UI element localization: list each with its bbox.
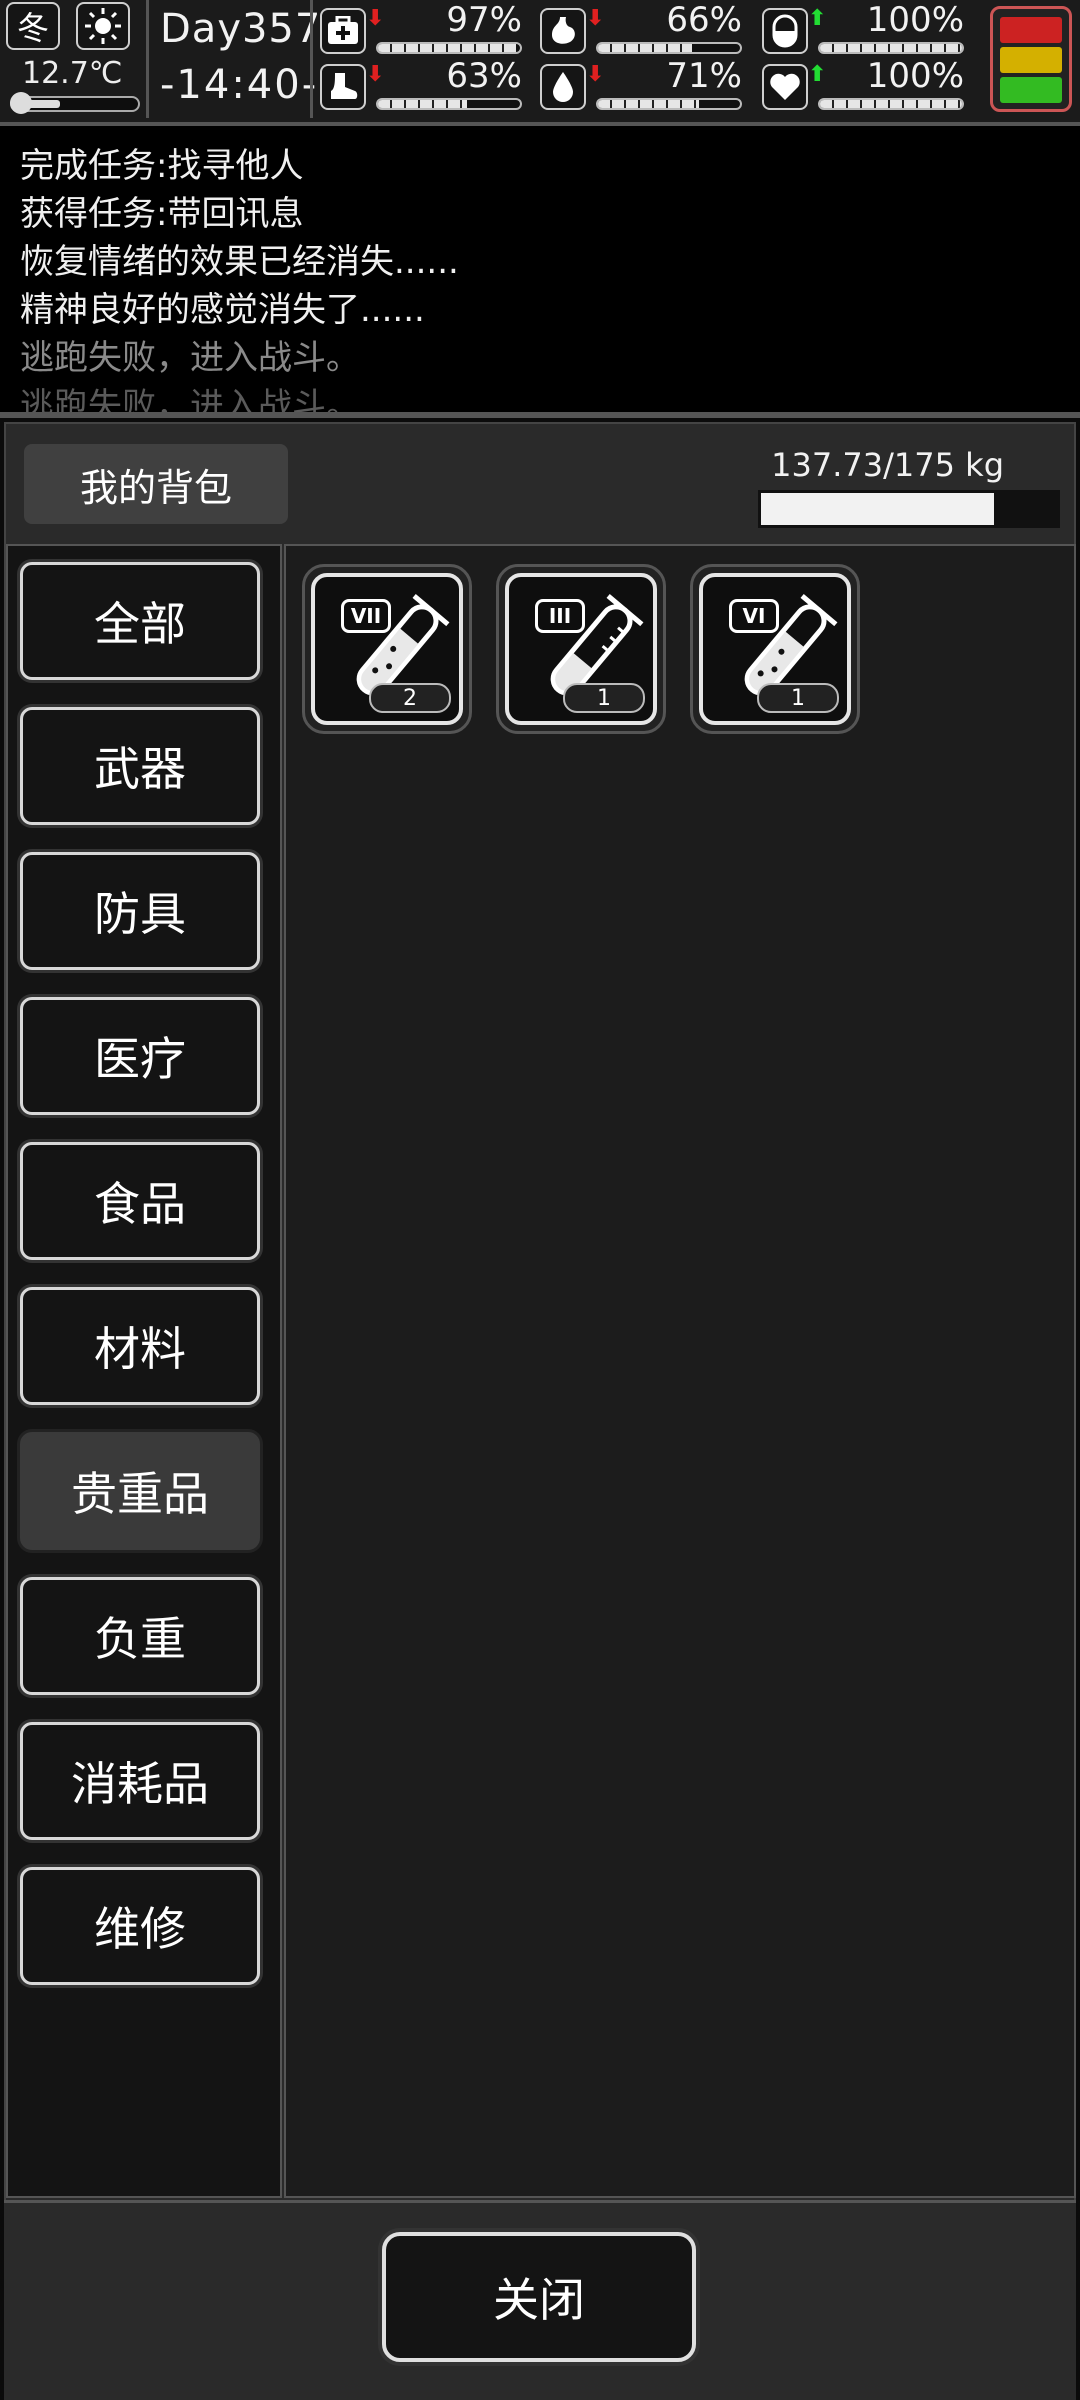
sun-icon [76, 2, 130, 50]
temperature-text: 12.7℃ [22, 56, 123, 91]
message-log[interactable]: 完成任务:找寻他人 获得任务:带回讯息 恢复情绪的效果已经消失...... 精神… [0, 126, 1080, 418]
category-armor-button[interactable]: 防具 [20, 852, 260, 970]
stat-bar [596, 42, 742, 54]
stomach-icon [540, 8, 586, 54]
close-button[interactable]: 关闭 [382, 2232, 696, 2362]
stat-value: 71% [666, 56, 742, 96]
category-label: 医疗 [94, 1032, 186, 1086]
stat-mood: ⬆ 100% [762, 0, 972, 60]
first-aid-kit-icon [320, 8, 366, 54]
item-count-badge: 1 [757, 683, 839, 713]
category-load-button[interactable]: 负重 [20, 1577, 260, 1695]
category-label: 全部 [94, 597, 186, 651]
stat-value: 66% [666, 0, 742, 40]
stat-value: 100% [866, 56, 964, 96]
item-grade-badge: III [535, 599, 585, 633]
danger-light-green [1000, 77, 1062, 103]
category-label: 贵重品 [71, 1467, 209, 1521]
category-valuables-button[interactable]: 贵重品 [20, 1432, 260, 1550]
category-repair-button[interactable]: 维修 [20, 1867, 260, 1985]
category-consumables-button[interactable]: 消耗品 [20, 1722, 260, 1840]
item-count-badge: 1 [563, 683, 645, 713]
stat-value: 97% [446, 0, 522, 40]
stat-thirst: ⬇ 71% [540, 56, 750, 116]
category-label: 消耗品 [71, 1757, 209, 1811]
stat-health: ⬇ 97% [320, 0, 530, 60]
category-all-button[interactable]: 全部 [20, 562, 260, 680]
trend-down-arrow-icon: ⬇ [586, 6, 605, 31]
stat-bar [818, 98, 964, 110]
log-line: 完成任务:找寻他人 [20, 146, 304, 186]
category-label: 食品 [94, 1177, 186, 1231]
inventory-item-slot[interactable]: VII 2 [302, 564, 472, 734]
season-winter-icon: 冬 [6, 2, 60, 50]
stat-bar [376, 98, 522, 110]
category-label: 负重 [94, 1612, 186, 1666]
trend-down-arrow-icon: ⬇ [366, 62, 385, 87]
boot-icon [320, 64, 366, 110]
item-grid: VII 2 III 1 VI 1 [284, 544, 1076, 2198]
stat-bar [376, 42, 522, 54]
water-drop-icon [540, 64, 586, 110]
stat-hunger: ⬇ 66% [540, 0, 750, 60]
thermometer-icon [10, 92, 140, 114]
category-label: 材料 [94, 1322, 186, 1376]
danger-light-yellow [1000, 47, 1062, 73]
log-line: 逃跑失败，进入战斗。 [20, 386, 360, 418]
stat-bar [818, 42, 964, 54]
category-materials-button[interactable]: 材料 [20, 1287, 260, 1405]
trend-up-arrow-icon: ⬆ [808, 62, 827, 87]
backpack-title: 我的背包 [24, 444, 288, 524]
day-counter: Day357 [160, 6, 322, 52]
item-count-badge: 2 [369, 683, 451, 713]
weight-bar [758, 490, 1060, 528]
item-grade-badge: VII [341, 599, 391, 633]
category-food-button[interactable]: 食品 [20, 1142, 260, 1260]
close-button-label: 关闭 [493, 2273, 585, 2327]
log-line: 逃跑失败，进入战斗。 [20, 338, 360, 378]
category-list: 全部 武器 防具 医疗 食品 材料 贵重品 负重 消耗品 维修 [6, 544, 282, 2198]
log-line: 恢复情绪的效果已经消失...... [20, 242, 459, 282]
inventory-item-slot[interactable]: VI 1 [690, 564, 860, 734]
stat-bar [596, 98, 742, 110]
stat-spirit: ⬆ 100% [762, 56, 972, 116]
trend-down-arrow-icon: ⬇ [366, 6, 385, 31]
danger-level-indicator[interactable] [990, 6, 1072, 112]
pill-capsule-icon [762, 8, 808, 54]
divider [146, 0, 149, 118]
category-medical-button[interactable]: 医疗 [20, 997, 260, 1115]
divider [310, 0, 313, 118]
inventory-item-slot[interactable]: III 1 [496, 564, 666, 734]
clock-time: -14:40- [160, 62, 319, 108]
trend-down-arrow-icon: ⬇ [586, 62, 605, 87]
trend-up-arrow-icon: ⬆ [808, 6, 827, 31]
weight-text: 137.73/175 kg [771, 446, 1004, 484]
category-label: 维修 [94, 1902, 186, 1956]
stat-stamina: ⬇ 63% [320, 56, 530, 116]
stat-value: 100% [866, 0, 964, 40]
category-label: 武器 [94, 742, 186, 796]
stat-value: 63% [446, 56, 522, 96]
danger-light-red [1000, 17, 1062, 43]
category-weapons-button[interactable]: 武器 [20, 707, 260, 825]
log-line: 获得任务:带回讯息 [20, 194, 304, 234]
status-bar: 冬 12.7℃ Day357 -14:40- ⬇ 97% ⬇ 66% ⬆ 100… [0, 0, 1080, 126]
log-line: 精神良好的感觉消失了...... [20, 290, 425, 330]
category-label: 防具 [94, 887, 186, 941]
item-grade-badge: VI [729, 599, 779, 633]
heart-icon [762, 64, 808, 110]
season-label: 冬 [16, 9, 49, 47]
